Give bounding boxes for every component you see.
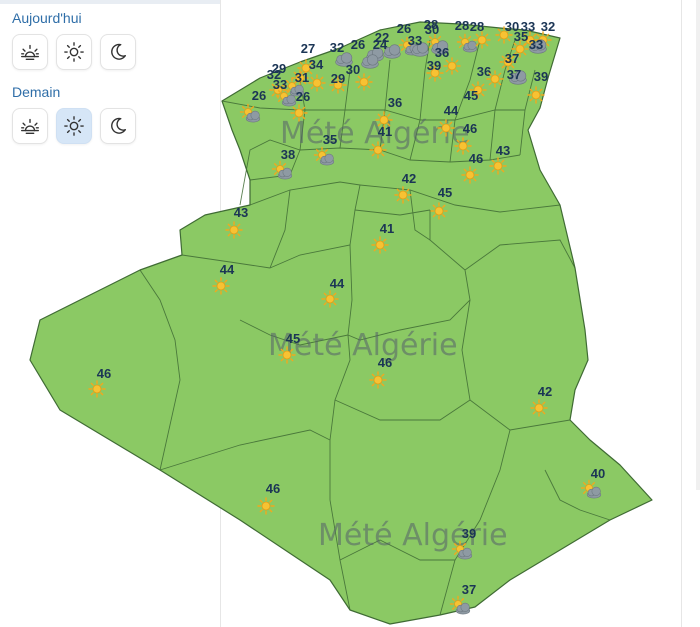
moon-icon <box>111 117 127 134</box>
temperature-label: 32 <box>541 19 555 34</box>
temperature-label: 26 <box>252 88 266 103</box>
sun-icon <box>308 74 326 92</box>
temperature-label: 34 <box>309 57 324 72</box>
today-buttons <box>12 34 152 70</box>
sun-icon <box>530 399 548 417</box>
sunrise-icon <box>21 44 39 61</box>
temperature-label: 26 <box>296 89 310 104</box>
temperature-label: 44 <box>330 276 345 291</box>
temperature-label: 44 <box>220 262 235 277</box>
temperature-label: 41 <box>380 221 394 236</box>
today-night-button[interactable] <box>100 34 136 70</box>
temperature-label: 30 <box>346 62 360 77</box>
sunrise-icon <box>21 118 39 135</box>
temperature-label: 43 <box>234 205 248 220</box>
today-label: Aujourd'hui <box>12 10 82 26</box>
temperature-label: 29 <box>331 71 345 86</box>
temperature-label: 46 <box>463 121 477 136</box>
sun-icon <box>527 86 545 104</box>
sun-icon <box>278 346 296 364</box>
temperature-label: 43 <box>496 143 510 158</box>
sun-icon <box>394 186 412 204</box>
temperature-label: 32 <box>330 40 344 55</box>
tomorrow-buttons <box>12 108 152 144</box>
sun-icon <box>369 141 387 159</box>
watermark-south: Mété Algérie <box>318 518 508 553</box>
time-selector-panel: Aujourd'hui Demain <box>12 10 152 158</box>
temperature-label: 28 <box>455 18 469 33</box>
temperature-label: 46 <box>97 366 111 381</box>
moon-icon <box>111 43 127 60</box>
temperature-label: 38 <box>281 147 295 162</box>
sun-icon <box>88 380 106 398</box>
sun-icon <box>64 42 84 62</box>
temperature-label: 45 <box>438 185 452 200</box>
tomorrow-morning-button[interactable] <box>12 108 48 144</box>
sun-icon <box>430 202 448 220</box>
today-afternoon-button[interactable] <box>56 34 92 70</box>
tomorrow-afternoon-button[interactable] <box>56 108 92 144</box>
temperature-label: 39 <box>534 69 548 84</box>
temperature-label: 41 <box>378 124 392 139</box>
temperature-label: 33 <box>273 77 287 92</box>
temperature-label: 30 <box>425 22 439 37</box>
tomorrow-label: Demain <box>12 84 61 100</box>
temperature-label: 46 <box>469 151 483 166</box>
sun-icon <box>443 57 461 75</box>
temperature-label: 45 <box>286 331 300 346</box>
temperature-label: 39 <box>427 58 441 73</box>
temperature-label: 27 <box>301 41 315 56</box>
temperature-label: 42 <box>538 384 552 399</box>
temperature-label: 39 <box>462 526 476 541</box>
temperature-label: 35 <box>323 132 337 147</box>
temperature-label: 33 <box>529 37 543 52</box>
temperature-label: 46 <box>266 481 280 496</box>
sun-icon <box>290 104 308 122</box>
tomorrow-night-button[interactable] <box>100 108 136 144</box>
temperature-label: 42 <box>402 171 416 186</box>
temperature-label: 37 <box>507 67 521 82</box>
sun-icon <box>437 119 455 137</box>
today-morning-button[interactable] <box>12 34 48 70</box>
sun-icon <box>489 157 507 175</box>
sun-icon <box>371 236 389 254</box>
sun-icon <box>321 290 339 308</box>
temperature-label: 36 <box>477 64 491 79</box>
sun-icon <box>64 116 84 136</box>
sun-icon <box>486 70 504 88</box>
temperature-label: 35 <box>514 29 528 44</box>
temperature-label: 36 <box>388 95 402 110</box>
temperature-label: 28 <box>470 19 484 34</box>
sun-icon <box>369 371 387 389</box>
sun-icon <box>212 277 230 295</box>
temperature-label: 31 <box>295 70 309 85</box>
temperature-label: 37 <box>462 582 476 597</box>
temperature-label: 33 <box>408 33 422 48</box>
sun-icon <box>257 497 275 515</box>
temperature-label: 37 <box>505 51 519 66</box>
temperature-label: 40 <box>591 466 605 481</box>
temperature-label: 24 <box>373 37 388 52</box>
sun-icon <box>225 221 243 239</box>
temperature-label: 46 <box>378 355 392 370</box>
sun-icon <box>473 31 491 49</box>
temperature-label: 45 <box>464 88 478 103</box>
sun-icon <box>461 166 479 184</box>
temperature-label: 26 <box>351 37 365 52</box>
temperature-label: 44 <box>444 103 459 118</box>
